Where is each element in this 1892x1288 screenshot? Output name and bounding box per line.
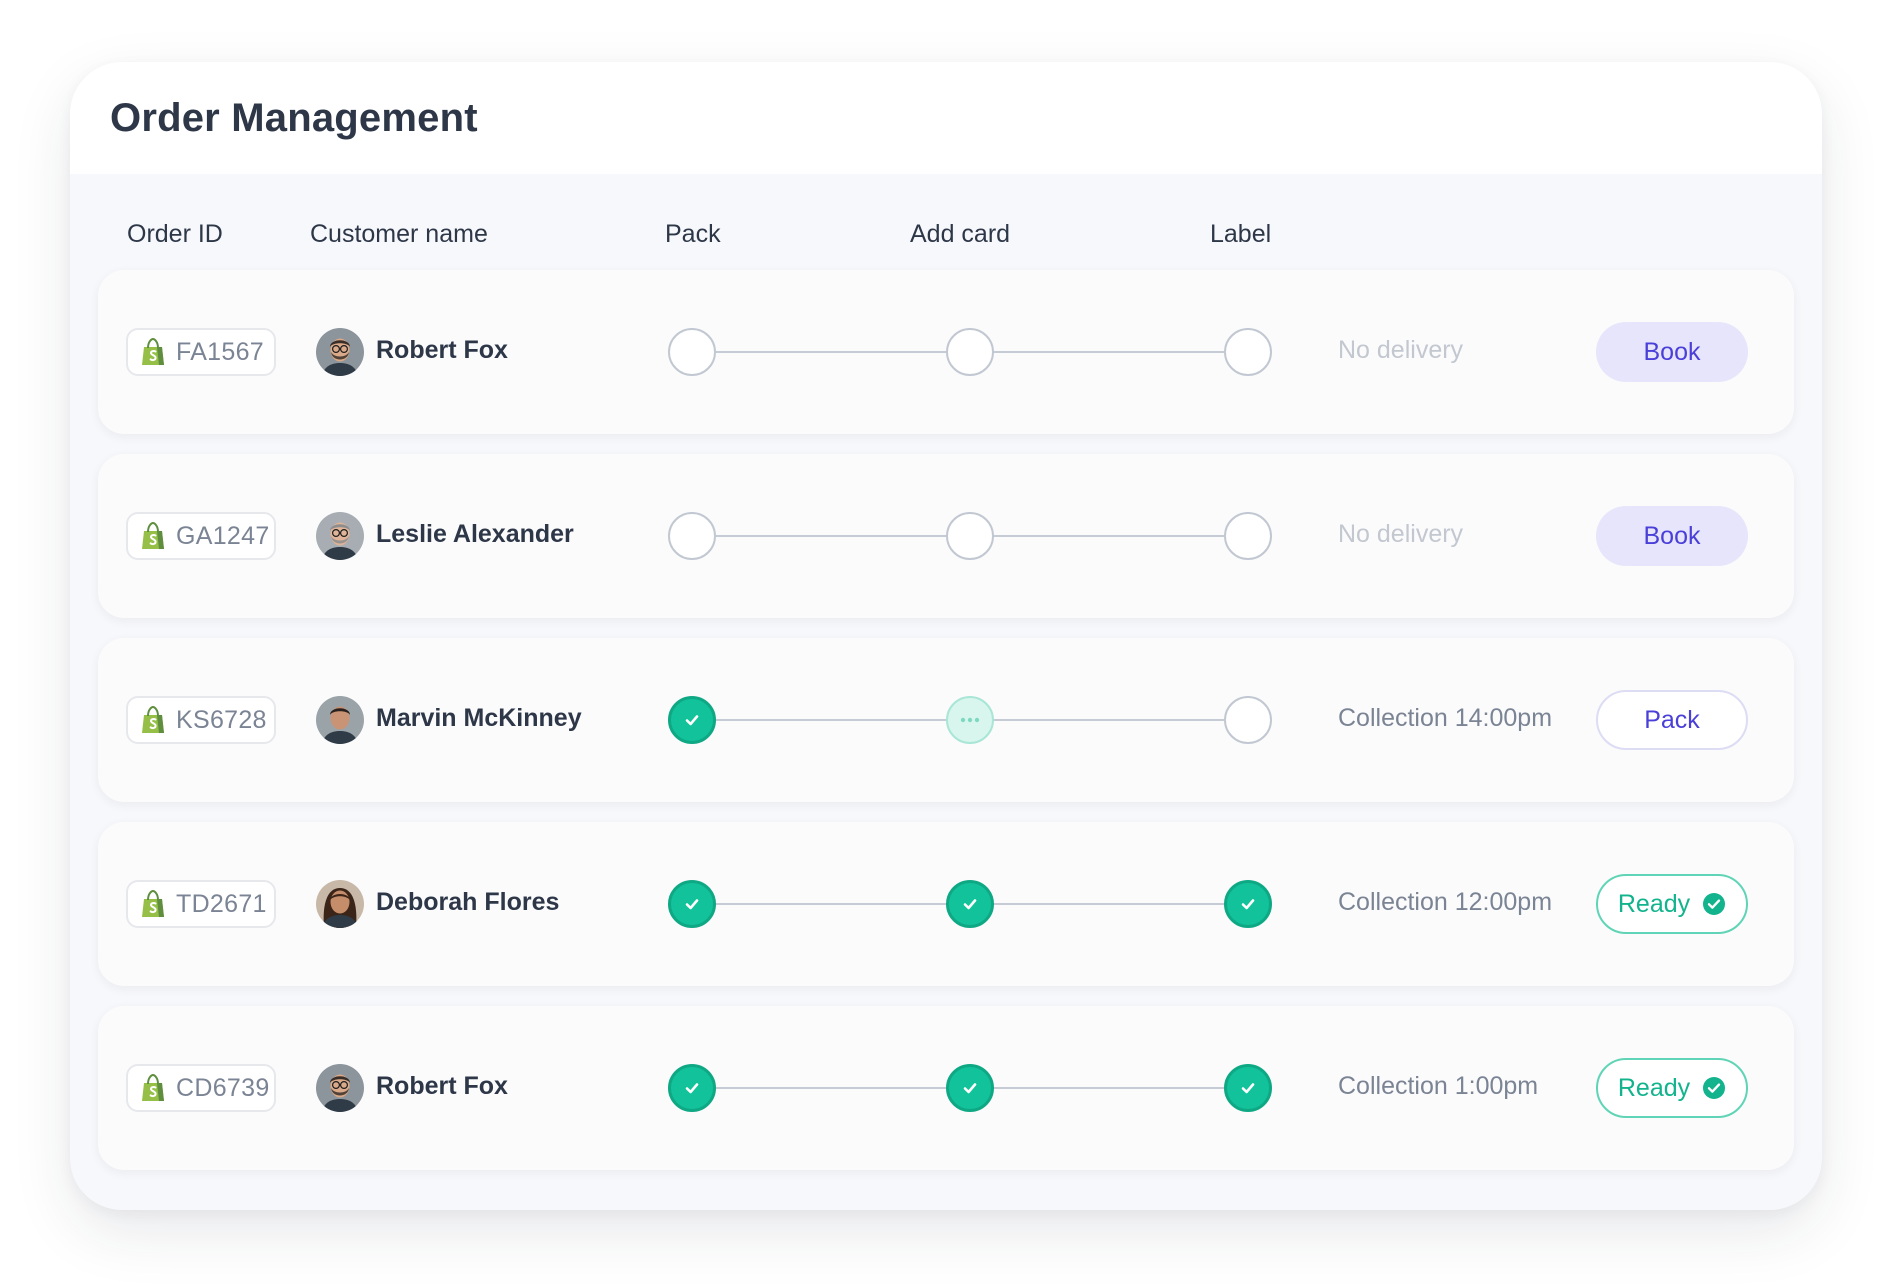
order-row[interactable]: GA1247 Leslie Alexander No delivery Book [98,454,1794,618]
step-label-pending[interactable] [1224,328,1272,376]
check-icon [1241,899,1255,910]
action-button-label: Book [1643,521,1701,550]
delivery-status: No delivery [1338,336,1464,364]
step-pack-pending[interactable] [668,512,716,560]
pack-button[interactable]: Pack [1596,690,1748,750]
progress-tracker [668,326,1272,378]
order-id-chip[interactable]: FA1567 [126,328,276,376]
action-button-label: Pack [1644,705,1700,734]
check-icon [963,1083,977,1094]
column-header-label: Label [1210,220,1272,248]
progress-tracker [668,878,1272,930]
order-row[interactable]: KS6728 Marvin McKinney Collection 14:00p… [98,638,1794,802]
delivery-status: Collection 1:00pm [1338,1072,1539,1100]
check-icon [685,1083,699,1094]
avatar [316,512,364,560]
order-row[interactable]: CD6739 Robert Fox Collection 1:00pm Read… [98,1006,1794,1170]
progress-tracker [668,510,1272,562]
column-header-add-card: Add card [910,220,1011,248]
avatar [316,1064,364,1112]
order-id-chip[interactable]: CD6739 [126,1064,276,1112]
check-icon [685,715,699,726]
order-id: CD6739 [176,1073,270,1102]
order-id: GA1247 [176,521,270,550]
column-header-order-id: Order ID [127,220,223,248]
ready-button[interactable]: Ready [1596,874,1748,934]
customer-name: Leslie Alexander [376,520,574,548]
action-button-label: Book [1643,337,1701,366]
order-id-chip[interactable]: GA1247 [126,512,276,560]
step-pack-done[interactable] [668,696,716,744]
shopify-bag-icon [142,338,164,365]
step-add-card-done[interactable] [946,880,994,928]
shopify-bag-icon [142,890,164,917]
step-label-pending[interactable] [1224,696,1272,744]
order-id: TD2671 [176,889,267,918]
step-label-done[interactable] [1224,1064,1272,1112]
shopify-bag-icon [142,1074,164,1101]
avatar [316,880,364,928]
action-button-label: Ready [1617,889,1691,918]
book-button[interactable]: Book [1596,506,1748,566]
step-pack-pending[interactable] [668,328,716,376]
check-icon [685,899,699,910]
order-id: FA1567 [176,337,264,366]
step-add-card-in-progress[interactable] [946,696,994,744]
customer-name: Robert Fox [376,336,508,364]
customer-name: Deborah Flores [376,888,560,916]
check-icon [963,899,977,910]
delivery-status: No delivery [1338,520,1464,548]
step-add-card-pending[interactable] [946,512,994,560]
step-pack-done[interactable] [668,1064,716,1112]
ready-button[interactable]: Ready [1596,1058,1748,1118]
order-list: FA1567 Robert Fox No delivery Book GA124… [98,270,1794,1190]
shopify-bag-icon [142,706,164,733]
check-icon [1241,1083,1255,1094]
order-row[interactable]: TD2671 Deborah Flores Collection 12:00pm… [98,822,1794,986]
card-header: Order Management [70,62,1822,174]
avatar [316,328,364,376]
book-button[interactable]: Book [1596,322,1748,382]
progress-tracker [668,694,1272,746]
order-management-card: Order Management Order ID Customer name … [70,62,1822,1210]
step-add-card-done[interactable] [946,1064,994,1112]
customer-name: Marvin McKinney [376,704,582,732]
step-add-card-pending[interactable] [946,328,994,376]
order-id-chip[interactable]: TD2671 [126,880,276,928]
order-id: KS6728 [176,705,267,734]
order-row[interactable]: FA1567 Robert Fox No delivery Book [98,270,1794,434]
avatar [316,696,364,744]
page-title: Order Management [110,95,478,140]
customer-name: Robert Fox [376,1072,508,1100]
step-label-pending[interactable] [1224,512,1272,560]
check-circle-icon [1703,1077,1726,1099]
progress-tracker [668,1062,1272,1114]
column-header-pack: Pack [665,220,721,248]
action-button-label: Ready [1617,1073,1691,1102]
check-circle-icon [1703,893,1726,915]
column-header-customer-name: Customer name [310,220,488,248]
delivery-status: Collection 14:00pm [1338,704,1553,732]
table-header: Order ID Customer name Pack Add card Lab… [70,174,1822,278]
shopify-bag-icon [142,522,164,549]
order-id-chip[interactable]: KS6728 [126,696,276,744]
ellipsis-icon [960,717,980,723]
step-label-done[interactable] [1224,880,1272,928]
delivery-status: Collection 12:00pm [1338,888,1553,916]
step-pack-done[interactable] [668,880,716,928]
